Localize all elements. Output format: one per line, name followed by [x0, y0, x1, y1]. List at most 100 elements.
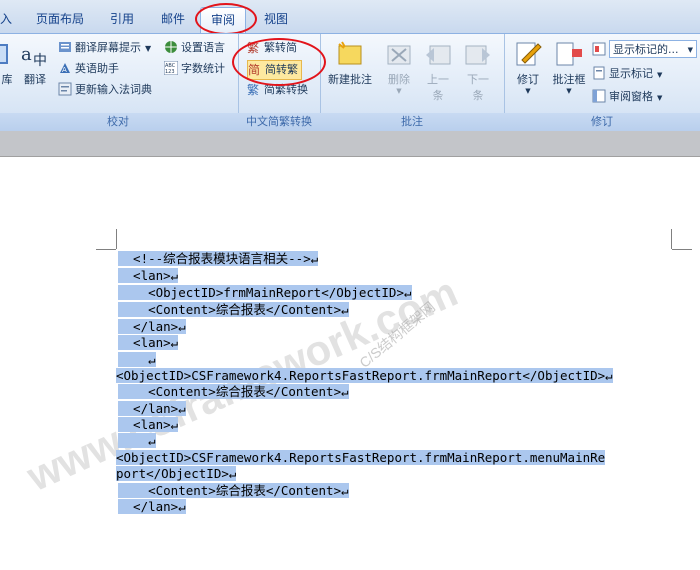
chevron-down-icon: ▼ — [396, 87, 402, 95]
display-for-review-value: 显示标记的... — [613, 43, 679, 56]
translation-screentip-button[interactable]: 翻译屏幕提示 ▼ — [58, 39, 151, 57]
previous-comment-label-1: 上一 — [427, 73, 449, 86]
selected-text: <ObjectID>CSFramework4.ReportsFastReport… — [116, 368, 613, 383]
selected-text: <Content>综合报表</Content>↵ — [118, 302, 349, 317]
tab-mailings[interactable]: 邮件 — [161, 10, 185, 27]
tab-view[interactable]: 视图 — [264, 10, 288, 27]
new-comment-button[interactable]: 新建批注 — [322, 40, 378, 87]
selected-text: port</ObjectID>↵ — [116, 466, 237, 481]
word-count-icon: ABC 123 — [163, 60, 179, 76]
update-ime-label: 更新输入法词典 — [75, 83, 152, 96]
selected-text: <lan>↵ — [118, 268, 179, 283]
selected-text: <ObjectID>frmMainReport</ObjectID>↵ — [118, 285, 412, 300]
track-changes-icon — [514, 40, 542, 68]
group-label-comments: 批注 — [320, 113, 504, 131]
crop-mark-top-left-h — [96, 249, 116, 250]
tab-references[interactable]: 引用 — [110, 10, 134, 27]
svg-text:中: 中 — [33, 53, 47, 68]
watermark-cn: C/S结构框架网 — [356, 298, 439, 371]
translate-label: 翻译 — [24, 73, 46, 86]
code-line: </lan>↵ — [0, 319, 186, 335]
tab-page-layout[interactable]: 页面布局 — [36, 10, 84, 27]
translate-icon: a中 — [21, 40, 49, 69]
show-markup-button[interactable]: 显示标记 ▼ — [592, 65, 662, 83]
selected-text: </lan>↵ — [118, 499, 186, 514]
tab-review[interactable]: 审阅 — [200, 7, 247, 33]
code-line: <!--综合报表模块语言相关-->↵ — [0, 251, 319, 267]
simplified-to-traditional-label: 简转繁 — [265, 63, 298, 76]
chinese-conversion-icon: 繁 — [247, 82, 261, 97]
svg-text:繁: 繁 — [247, 82, 259, 96]
crop-mark-top-right-h — [672, 249, 692, 250]
chevron-down-icon: ▼ — [525, 87, 531, 95]
group-label-chinese-conversion: 中文简繁转换 — [238, 113, 320, 131]
delete-comment-icon — [385, 40, 413, 68]
simplified-to-traditional-icon: 简 — [248, 62, 262, 77]
chevron-down-icon: ▼ — [657, 71, 663, 79]
next-comment-icon — [464, 40, 492, 68]
svg-text:123: 123 — [165, 69, 175, 75]
delete-comment-label: 删除 — [388, 73, 410, 86]
document-page[interactable]: www.csframework.com C/S结构框架网 <!--综合报表模块语… — [0, 156, 700, 570]
previous-comment-label-2: 条 — [432, 89, 444, 102]
display-for-review-icon — [592, 42, 606, 56]
set-language-button[interactable]: 设置语言 — [164, 39, 225, 57]
display-for-review-select[interactable]: 显示标记的... ▼ — [609, 40, 697, 58]
group-chinese-conversion: 繁繁转简 简简转繁 繁简繁转换 中文简繁转换 — [238, 34, 321, 131]
next-comment-button[interactable]: 下一 条 — [460, 40, 496, 103]
next-comment-label-2: 条 — [472, 89, 484, 102]
word-count-button[interactable]: ABC 123 字数统计 — [163, 60, 225, 78]
code-line: <ObjectID>frmMainReport</ObjectID>↵ — [0, 285, 412, 301]
set-language-label: 设置语言 — [181, 41, 225, 54]
traditional-to-simplified-button[interactable]: 繁繁转简 — [247, 39, 297, 57]
screentip-icon — [58, 40, 72, 54]
previous-comment-button[interactable]: 上一 条 — [420, 40, 456, 103]
chevron-down-icon: ▼ — [145, 44, 152, 53]
chinese-conversion-button[interactable]: 繁简繁转换 — [247, 81, 308, 99]
traditional-to-simplified-icon: 繁 — [247, 40, 261, 55]
globe-icon — [164, 40, 178, 54]
selected-text: <!--综合报表模块语言相关-->↵ — [118, 251, 319, 266]
chevron-down-icon: ▼ — [687, 46, 693, 54]
translate-button[interactable]: a中 翻译 — [18, 40, 52, 87]
code-line: </lan>↵ — [0, 499, 186, 515]
code-line: <lan>↵ — [0, 335, 179, 351]
show-markup-icon — [592, 66, 606, 80]
balloons-button[interactable]: 批注框 ▼ — [548, 40, 590, 95]
new-comment-icon — [336, 40, 364, 68]
group-label-proofing: 校对 — [0, 113, 238, 131]
english-assistant-button[interactable]: A 英语助手 — [58, 60, 119, 78]
new-comment-label: 新建批注 — [328, 73, 372, 86]
balloons-label: 批注框 — [552, 73, 586, 86]
selected-text: <Content>综合报表</Content>↵ — [118, 483, 349, 498]
svg-text:简: 简 — [248, 63, 260, 76]
reviewing-pane-button[interactable]: 审阅窗格 ▼ — [592, 88, 662, 106]
next-comment-label-1: 下一 — [467, 73, 489, 86]
show-markup-label: 显示标记 — [609, 67, 653, 80]
code-line: <Content>综合报表</Content>↵ — [0, 483, 349, 499]
code-line: <ObjectID>CSFramework4.ReportsFastReport… — [0, 368, 613, 384]
ribbon-tab-bar: 入 页面布局 引用 邮件 审阅 视图 — [0, 0, 700, 33]
crop-mark-top-right-v — [671, 229, 672, 249]
code-line: ↵ — [0, 352, 156, 368]
selected-text: <lan>↵ — [118, 417, 179, 432]
previous-comment-icon — [424, 40, 452, 68]
research-icon — [0, 40, 12, 68]
crop-mark-top-left-v — [116, 229, 117, 249]
code-line: <ObjectID>CSFramework4.ReportsFastReport… — [0, 450, 606, 466]
tab-insert-partial[interactable]: 入 — [0, 10, 12, 27]
word-count-label: 字数统计 — [181, 62, 225, 75]
selected-text: </lan>↵ — [118, 401, 186, 416]
svg-text:A: A — [62, 66, 67, 74]
simplified-to-traditional-button[interactable]: 简简转繁 — [247, 60, 302, 80]
research-button-partial[interactable]: 库 — [0, 40, 16, 87]
track-changes-button[interactable]: 修订 ▼ — [508, 40, 548, 95]
selected-text: ↵ — [118, 352, 156, 367]
chevron-down-icon: ▼ — [566, 87, 572, 95]
chinese-conversion-label: 简繁转换 — [264, 83, 308, 96]
delete-comment-button[interactable]: 删除 ▼ — [380, 40, 418, 95]
update-ime-dictionary-button[interactable]: 更新输入法词典 — [58, 81, 152, 99]
code-line: <lan>↵ — [0, 268, 179, 284]
svg-text:繁: 繁 — [247, 40, 259, 54]
group-comments: 新建批注 删除 ▼ 上一 条 下一 条 批注 — [320, 34, 505, 131]
